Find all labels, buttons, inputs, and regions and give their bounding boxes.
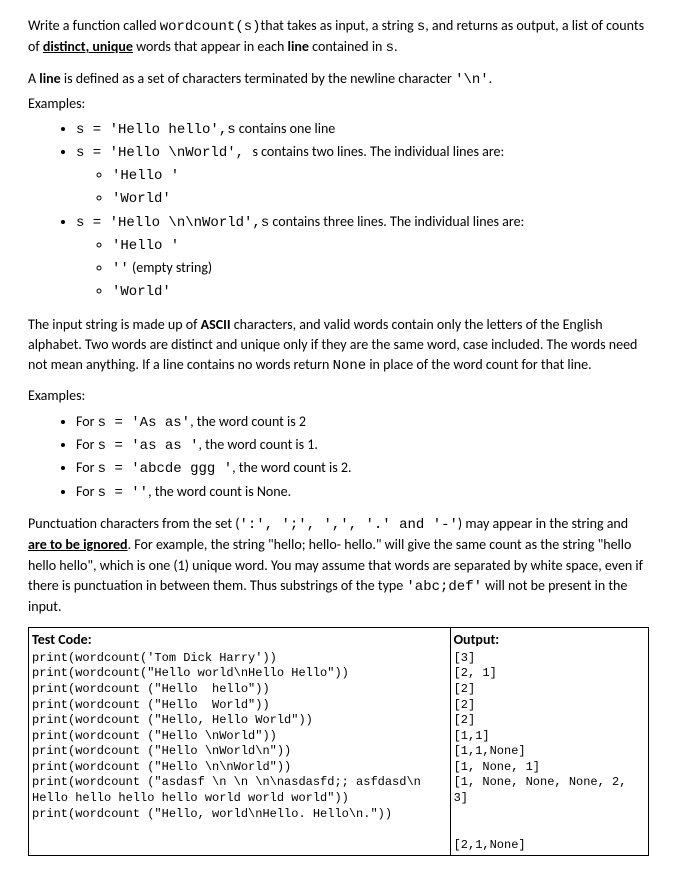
list-item: 'World' (112, 280, 649, 303)
examples-list-1: s = 'Hello hello',s contains one line s … (76, 118, 649, 304)
text: For (76, 436, 98, 453)
text: contains three lines. The individual lin… (269, 213, 524, 230)
para3-text: Punctuation characters from the set (':'… (28, 514, 649, 617)
text: (empty string) (129, 259, 212, 276)
text: , the word count is 2. (232, 459, 351, 476)
code: 'Hello ' (112, 238, 179, 254)
list-item: For s = 'As as', the word count is 2 (76, 411, 649, 434)
text: , the word count is None. (148, 483, 291, 500)
code: 'Hello ' (112, 168, 179, 184)
code: 'abc;def' (406, 579, 482, 595)
text: , the word count is 2 (190, 413, 306, 430)
emph-ascii: ASCII (201, 316, 231, 333)
ascii-paragraph: The input string is made up of ASCII cha… (28, 315, 649, 377)
text: ) may appear in the string and (458, 515, 628, 532)
text: . (489, 70, 493, 87)
text: is defined as a set of characters termin… (61, 70, 455, 87)
list-item: 'Hello ' (112, 164, 649, 187)
code: s = 'abcde ggg ' (98, 461, 232, 477)
text: The input string is made up of (28, 316, 201, 333)
text: s contains two lines. The individual lin… (252, 143, 504, 160)
examples-label-2: Examples: (28, 386, 649, 406)
intro-paragraph: Write a function called wordcount(s)that… (28, 16, 649, 59)
punctuation-paragraph: Punctuation characters from the set (':'… (28, 514, 649, 617)
text: contains one line (236, 120, 336, 137)
code: s = 'Hello \nWorld', (76, 145, 252, 161)
test-code-cell: Test Code: print(wordcount('Tom Dick Har… (29, 628, 451, 856)
sub-list: 'Hello ' '' (empty string) 'World' (112, 234, 649, 304)
linedef-text: A line is defined as a set of characters… (28, 69, 649, 90)
newline-char: '\n' (455, 72, 489, 88)
line-definition: A line is defined as a set of characters… (28, 69, 649, 305)
code: s = 'Hello hello',s (76, 122, 236, 138)
examples-list-2: For s = 'As as', the word count is 2 For… (76, 411, 649, 504)
code-none: None (333, 358, 367, 374)
emph-distinct: distinct, unique (43, 38, 133, 55)
text: . (394, 38, 398, 55)
list-item: For s = '', the word count is None. (76, 481, 649, 504)
list-item: 'World' (112, 187, 649, 210)
text: contained in (309, 38, 386, 55)
code: s = 'as as ' (98, 438, 199, 454)
test-table: Test Code: print(wordcount('Tom Dick Har… (28, 627, 649, 856)
code: 'World' (112, 191, 171, 207)
emph-line: line (288, 38, 309, 55)
code: '' (112, 261, 129, 277)
code: s = 'Hello \n\nWorld',s (76, 215, 269, 231)
text: words that appear in each (133, 38, 288, 55)
intro-text: Write a function called wordcount(s)that… (28, 16, 649, 59)
examples-2: Examples: For s = 'As as', the word coun… (28, 386, 649, 503)
output-cell: Output: [3] [2, 1] [2] [2] [2] [1,1] [1,… (450, 628, 648, 856)
text: A (28, 70, 39, 87)
punct-set: ':', ';', ',', '.' and '-' (239, 517, 457, 533)
text: For (76, 483, 98, 500)
code: s = 'As as' (98, 415, 190, 431)
emph-line: line (39, 70, 60, 87)
code: s = '' (98, 485, 148, 501)
list-item: For s = 'abcde ggg ', the word count is … (76, 457, 649, 480)
test-code-content: print(wordcount('Tom Dick Harry')) print… (32, 651, 447, 823)
output-header: Output: (454, 630, 645, 650)
examples-label: Examples: (28, 94, 649, 114)
para2-text: The input string is made up of ASCII cha… (28, 315, 649, 377)
list-item: 'Hello ' (112, 234, 649, 257)
text: in place of the word count for that line… (366, 356, 591, 373)
var-s: s (386, 40, 394, 56)
text: For (76, 413, 98, 430)
list-item: For s = 'as as ', the word count is 1. (76, 434, 649, 457)
sub-list: 'Hello ' 'World' (112, 164, 649, 211)
list-item: '' (empty string) (112, 257, 649, 280)
text: For (76, 459, 98, 476)
list-item: s = 'Hello \n\nWorld',s contains three l… (76, 211, 649, 304)
output-content: [3] [2, 1] [2] [2] [2] [1,1] [1,1,None] … (454, 651, 645, 854)
code: 'World' (112, 284, 171, 300)
test-code-header: Test Code: (32, 630, 447, 650)
text: Write a function called (28, 17, 160, 34)
text: , the word count is 1. (199, 436, 318, 453)
var-s: s (417, 19, 425, 35)
func-name: wordcount(s) (160, 19, 261, 35)
emph-ignored: are to be ignored (28, 536, 128, 553)
text: that takes as input, a string (261, 17, 417, 34)
list-item: s = 'Hello hello',s contains one line (76, 118, 649, 141)
text: Punctuation characters from the set ( (28, 515, 239, 532)
list-item: s = 'Hello \nWorld', s contains two line… (76, 141, 649, 211)
